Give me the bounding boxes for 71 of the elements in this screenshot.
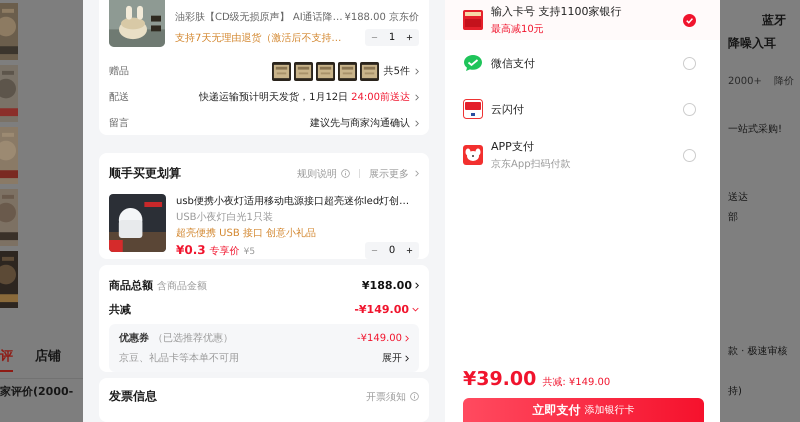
page-text: 降价 (774, 75, 794, 88)
payment-note: 最高减10元 (491, 22, 545, 36)
service-note: 支持7天无理由退货（激活后不支持… (175, 32, 342, 44)
product-spec: 油彩肤【CD级无损原声】 AI通话降… (175, 10, 343, 24)
radio-button[interactable] (683, 14, 696, 26)
radio-button[interactable] (683, 148, 696, 162)
payment-name: 输入卡号 支持1100家银行 (491, 4, 622, 19)
chevron-right-icon[interactable] (415, 282, 419, 288)
quantity-stepper[interactable]: 0 (365, 242, 419, 259)
product-price: ¥0.3 (176, 243, 206, 257)
dog-mascot-icon (463, 145, 483, 165)
payment-note: 京东App扫码付款 (491, 158, 572, 171)
chevron-right-icon[interactable] (405, 354, 409, 362)
row-label: 赠品 (109, 64, 129, 78)
product-tags: 超亮便携 USB 接口 创意小礼品 (176, 226, 419, 240)
discount-label: 共减 (109, 302, 131, 316)
row-value[interactable]: 建议先与商家沟通确认 (310, 116, 410, 130)
plus-icon[interactable] (406, 247, 413, 254)
unavailable-note: 京豆、礼品卡等本单不可用 (119, 352, 239, 365)
total-note: 含商品金额 (157, 280, 207, 292)
row-value[interactable]: 快递运输预计明天发货，1月12日 (199, 90, 348, 104)
payment-name: 微信支付 (491, 56, 536, 70)
page-text: 款 · 极速审核 (728, 344, 788, 358)
payment-app-icon (463, 99, 483, 119)
pay-now-button[interactable]: 立即支付 添加银行卡 (463, 398, 704, 422)
chevron-down-icon[interactable] (412, 306, 419, 312)
row-label: 留言 (109, 116, 129, 130)
coupon-note: （已选推荐优惠） (153, 332, 233, 345)
payable-amount: ¥39.00 (463, 368, 536, 390)
payment-name: APP支付 (491, 139, 535, 154)
payment-option[interactable]: 输入卡号 支持1100家银行 最高减10元 (445, 0, 720, 40)
expand-link[interactable]: 展开 (382, 351, 402, 365)
quantity-stepper[interactable]: 1 (365, 29, 419, 46)
payment-option[interactable]: 云闪付 (463, 86, 704, 132)
page-text: 一站式采购! (728, 122, 782, 136)
card-title: 顺手买更划算 (109, 165, 181, 182)
page-text: 降噪入耳 (728, 35, 776, 52)
page-text: 蓝牙 (762, 12, 786, 29)
payment-option[interactable]: 微信支付 (463, 40, 704, 86)
product-name[interactable]: usb便携小夜灯适用移动电源接口超亮迷你led灯创… (176, 194, 419, 208)
coupon-label: 优惠券 (119, 332, 149, 345)
info-icon[interactable] (410, 392, 419, 401)
gift-count[interactable]: 共5件 (384, 64, 410, 78)
discount-amount[interactable]: -¥149.00 (354, 302, 409, 316)
product-price: ¥188.00 京东价 (344, 10, 419, 24)
minus-icon[interactable] (371, 247, 378, 254)
page-tab[interactable]: 店铺 (35, 347, 61, 372)
page-text: 部 (728, 210, 738, 224)
minus-icon[interactable] (371, 34, 378, 41)
delivery-time: 24:00前送达 (351, 90, 410, 104)
row-label: 配送 (109, 91, 129, 104)
payment-name: 云闪付 (491, 102, 525, 116)
payment-option[interactable]: APP支付 京东App扫码付款 (463, 132, 704, 178)
radio-button[interactable] (683, 102, 696, 116)
info-icon[interactable] (341, 169, 350, 178)
product-spec: USB小夜灯白光1只装 (176, 210, 274, 224)
section-heading: 家评价(2000- (0, 384, 74, 399)
page-text: 送达 (728, 190, 748, 204)
price-label: 专享价 (210, 244, 240, 258)
plus-icon[interactable] (406, 34, 413, 41)
saved-amount: 共减: ¥149.00 (542, 376, 610, 389)
page-text: 持) (728, 384, 742, 398)
chat-bubble-icon (463, 53, 483, 73)
total-label: 商品总额 (109, 278, 153, 292)
original-price: ¥5 (244, 247, 256, 257)
radio-button[interactable] (683, 56, 696, 70)
bank-card-icon (463, 10, 483, 30)
page-text: 2000+ (728, 76, 762, 87)
total-amount[interactable]: ¥188.00 (362, 278, 412, 292)
card-title: 发票信息 (109, 388, 157, 405)
coupon-amount[interactable]: -¥149.00 (357, 332, 402, 344)
